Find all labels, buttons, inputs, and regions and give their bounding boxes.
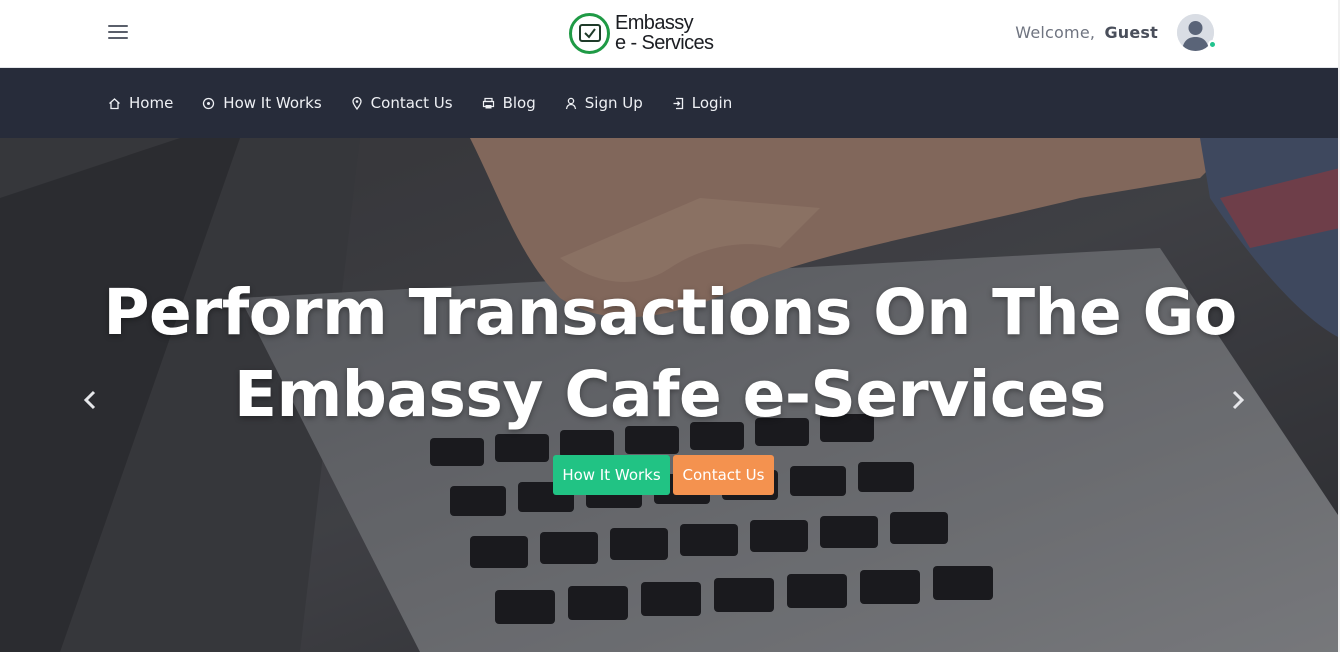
top-header: Embassy e - Services Welcome, Guest	[0, 0, 1340, 68]
nav-item-blog[interactable]: Blog	[482, 94, 536, 112]
nav-label: Sign Up	[584, 94, 643, 112]
nav-label: Login	[691, 94, 733, 112]
chevron-right-icon[interactable]	[1225, 388, 1249, 412]
site-logo[interactable]: Embassy e - Services	[569, 10, 714, 56]
nav-label: How It Works	[223, 94, 322, 112]
logo-text: Embassy e - Services	[615, 12, 714, 54]
nav-item-home[interactable]: Home	[108, 94, 173, 112]
user-name: Guest	[1104, 23, 1158, 42]
home-icon	[109, 97, 120, 109]
info-circle-icon	[203, 97, 215, 109]
nav-item-contact-us[interactable]: Contact Us	[351, 94, 453, 112]
nav-label: Contact Us	[370, 94, 453, 112]
logo-line-1: Embassy	[615, 12, 694, 34]
envelope-check-icon	[569, 12, 610, 54]
nav-item-how-it-works[interactable]: How It Works	[202, 94, 322, 112]
chevron-left-icon[interactable]	[79, 388, 103, 412]
welcome-message: Welcome, Guest	[1015, 23, 1158, 42]
nav-label: Home	[129, 94, 174, 112]
login-icon	[673, 97, 683, 109]
hamburger-menu-icon[interactable]	[108, 25, 128, 41]
main-navbar: Home How It Works Contact Us Blog Sign U…	[0, 68, 1340, 138]
hero-title-line-2: Embassy Cafe e-Services	[234, 358, 1106, 431]
user-icon	[565, 97, 576, 109]
online-status-indicator	[1208, 40, 1217, 49]
map-pin-icon	[352, 96, 362, 110]
welcome-label: Welcome,	[1015, 23, 1096, 42]
printer-icon	[482, 97, 494, 108]
nav-list: Home How It Works Contact Us Blog Sign U…	[108, 68, 761, 138]
contact-us-button[interactable]: Contact Us	[673, 455, 774, 495]
hero-carousel: Perform Transactions On The Go Embassy C…	[0, 138, 1340, 652]
logo-line-2: e - Services	[615, 32, 714, 54]
nav-item-login[interactable]: Login	[672, 94, 732, 112]
nav-item-sign-up[interactable]: Sign Up	[565, 94, 643, 112]
how-it-works-button[interactable]: How It Works	[553, 455, 670, 495]
nav-label: Blog	[502, 94, 536, 112]
hero-title-line-1: Perform Transactions On The Go	[103, 276, 1237, 349]
